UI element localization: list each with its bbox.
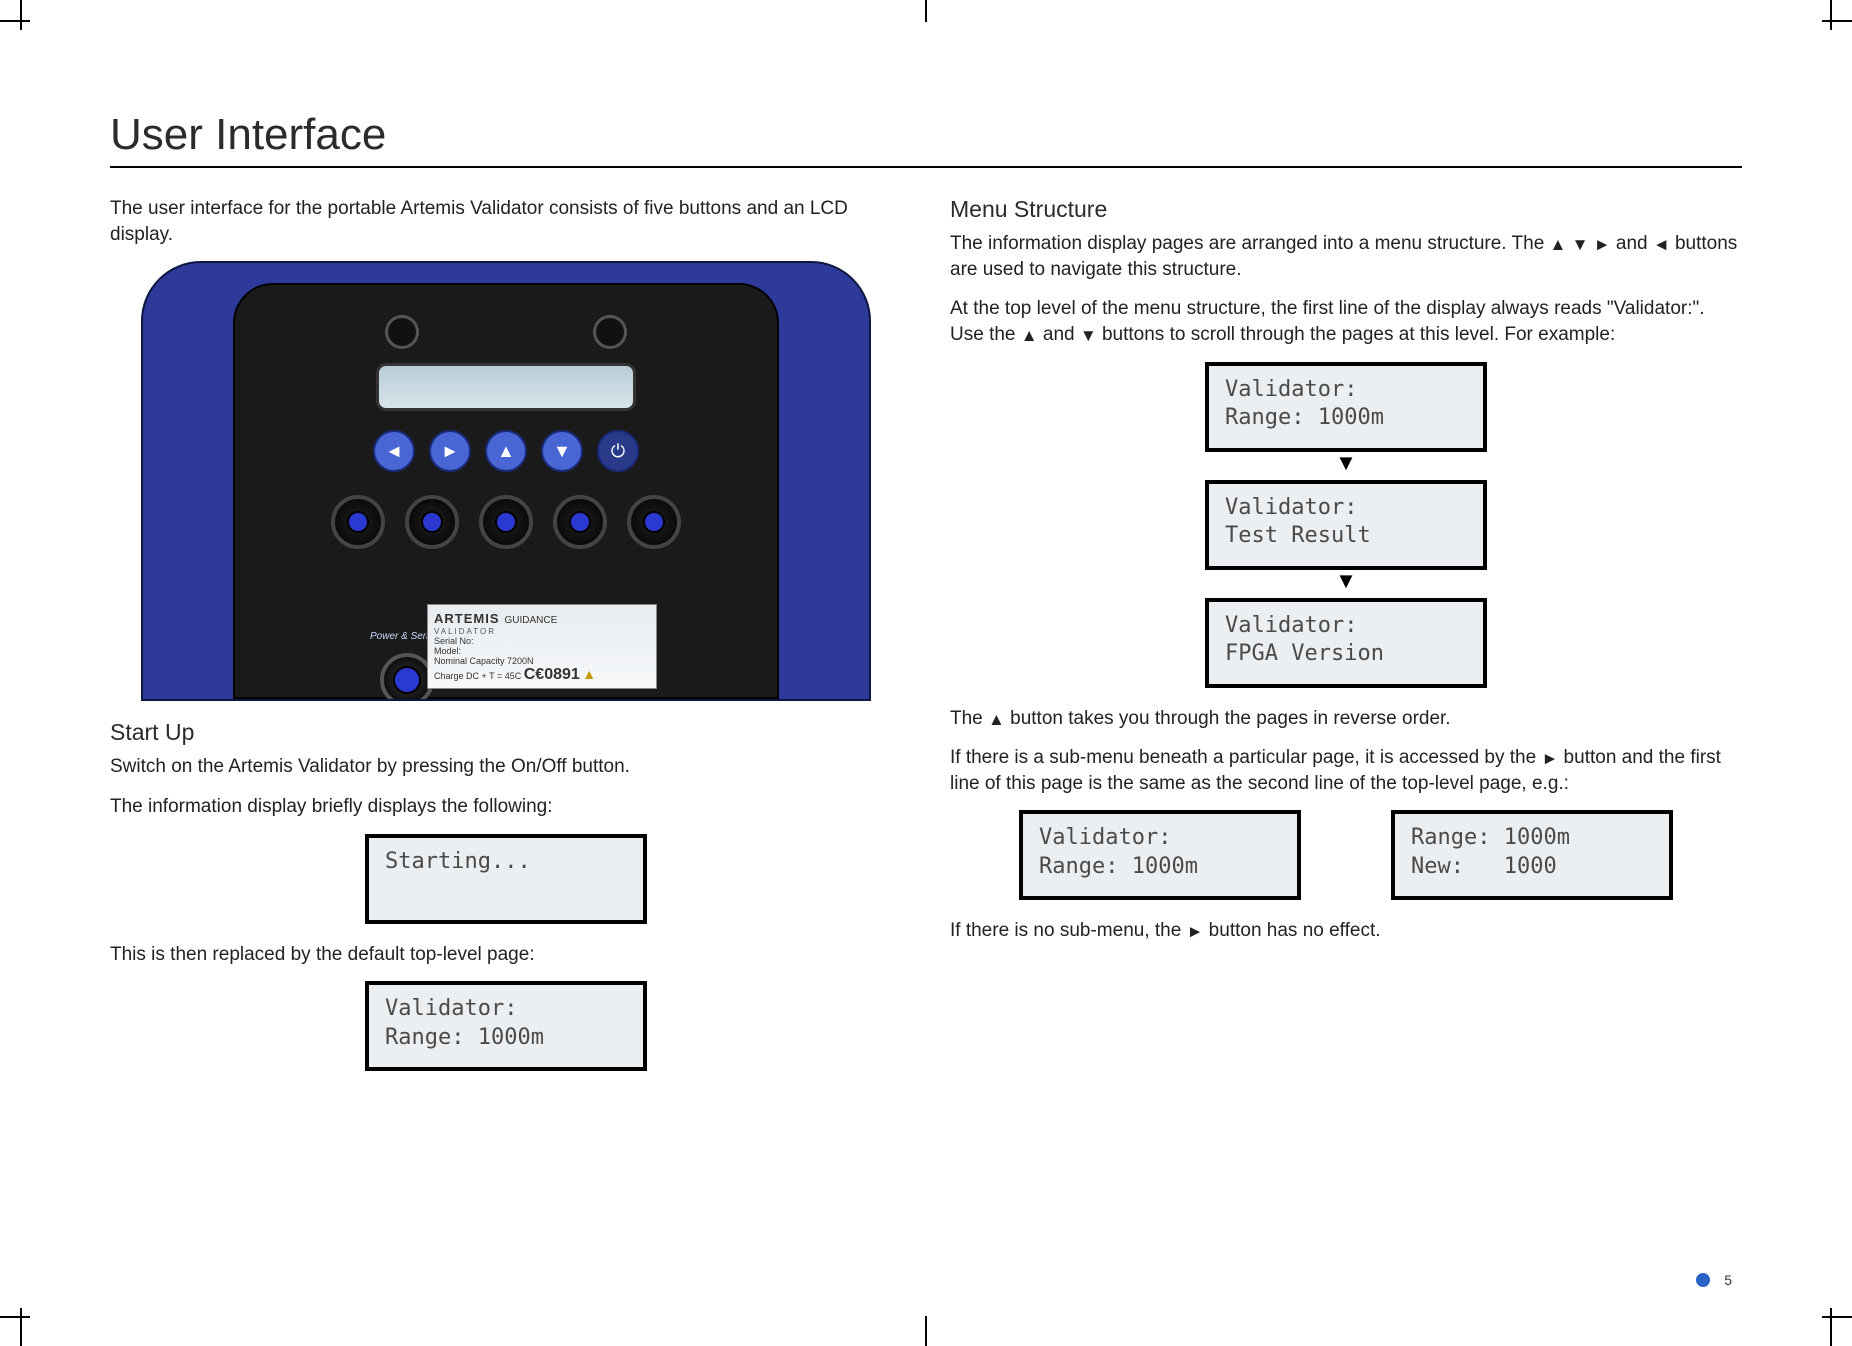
up-arrow-button-icon: ▲ bbox=[485, 430, 527, 472]
crop-mark bbox=[0, 20, 30, 22]
crop-mark bbox=[1830, 0, 1832, 30]
right-glyph-icon: ► bbox=[1187, 923, 1204, 940]
lcd-flow-3: Validator: FPGA Version bbox=[1205, 598, 1487, 688]
lcd-starting-block: Starting... bbox=[110, 834, 902, 924]
connector-port-icon bbox=[553, 495, 607, 549]
left-arrow-button-icon: ◄ bbox=[373, 430, 415, 472]
connector-port-icon bbox=[405, 495, 459, 549]
left-column: The user interface for the portable Arte… bbox=[110, 196, 902, 1089]
crop-mark bbox=[1822, 1316, 1852, 1318]
connector-port-icon bbox=[479, 495, 533, 549]
down-glyph-icon: ▼ bbox=[1572, 236, 1589, 253]
lcd-default-block: Validator: Range: 1000m bbox=[110, 981, 902, 1071]
startup-p3: This is then replaced by the default top… bbox=[110, 942, 902, 968]
lcd-flow-1: Validator: Range: 1000m bbox=[1205, 362, 1487, 452]
menu-p5: If there is no sub-menu, the ► button ha… bbox=[950, 918, 1742, 944]
device-button-row: ◄ ► ▲ ▼ ⏻ bbox=[235, 430, 777, 472]
up-glyph-icon: ▲ bbox=[988, 711, 1005, 728]
capacity-label: Nominal Capacity 7200N bbox=[434, 656, 534, 666]
content-columns: The user interface for the portable Arte… bbox=[110, 196, 1742, 1089]
device-label-plate: ARTEMIS GUIDANCE VALIDATOR Serial No: Mo… bbox=[427, 604, 657, 689]
device-port-row bbox=[235, 495, 777, 549]
crop-mark bbox=[20, 1308, 22, 1346]
startup-heading: Start Up bbox=[110, 719, 902, 746]
crop-mark bbox=[0, 1316, 30, 1318]
startup-p2: The information display briefly displays… bbox=[110, 794, 902, 820]
device-face: ◄ ► ▲ ▼ ⏻ Power & Serial bbox=[233, 283, 779, 699]
menu-p2: At the top level of the menu structure, … bbox=[950, 296, 1742, 347]
crop-mark bbox=[20, 0, 22, 30]
temp-label: Charge DC + T = 45C bbox=[434, 671, 521, 681]
screw-icon bbox=[593, 315, 627, 349]
page-title: User Interface bbox=[110, 110, 1742, 168]
right-arrow-button-icon: ► bbox=[429, 430, 471, 472]
startup-p1: Switch on the Artemis Validator by press… bbox=[110, 754, 902, 780]
menu-structure-heading: Menu Structure bbox=[950, 196, 1742, 223]
menu-p1: The information display pages are arrang… bbox=[950, 231, 1742, 282]
down-arrow-icon: ▼ bbox=[1335, 450, 1357, 476]
lcd-display-starting: Starting... bbox=[365, 834, 647, 924]
right-column: Menu Structure The information display p… bbox=[950, 196, 1742, 1089]
menu-p4: If there is a sub-menu beneath a particu… bbox=[950, 745, 1742, 796]
manual-page: User Interface The user interface for th… bbox=[0, 0, 1852, 1338]
page-number: 5 bbox=[1724, 1272, 1732, 1288]
lcd-flow-2: Validator: Test Result bbox=[1205, 480, 1487, 570]
lcd-display-default: Validator: Range: 1000m bbox=[365, 981, 647, 1071]
up-glyph-icon: ▲ bbox=[1550, 236, 1567, 253]
cobrand-label: GUIDANCE bbox=[505, 615, 558, 626]
brand-label: ARTEMIS bbox=[434, 611, 500, 626]
model-label: Model: bbox=[434, 646, 461, 656]
left-glyph-icon: ◄ bbox=[1653, 236, 1670, 253]
brand-sub-label: VALIDATOR bbox=[434, 627, 496, 636]
crop-mark bbox=[925, 1316, 927, 1346]
menu-flow: Validator: Range: 1000m ▼ Validator: Tes… bbox=[950, 362, 1742, 688]
intro-paragraph: The user interface for the portable Arte… bbox=[110, 196, 902, 247]
down-arrow-button-icon: ▼ bbox=[541, 430, 583, 472]
page-footer: 5 bbox=[1696, 1272, 1732, 1288]
device-illustration: ◄ ► ▲ ▼ ⏻ Power & Serial bbox=[141, 261, 871, 701]
down-arrow-icon: ▼ bbox=[1335, 568, 1357, 594]
serial-no-label: Serial No: bbox=[434, 636, 474, 646]
device-lcd bbox=[376, 363, 636, 411]
power-button-icon: ⏻ bbox=[597, 430, 639, 472]
menu-p3: The ▲ button takes you through the pages… bbox=[950, 706, 1742, 732]
right-glyph-icon: ► bbox=[1541, 750, 1558, 767]
crop-mark bbox=[1822, 20, 1852, 22]
ce-mark: C€0891 bbox=[524, 666, 580, 683]
connector-port-icon bbox=[331, 495, 385, 549]
down-glyph-icon: ▼ bbox=[1080, 327, 1097, 344]
page-dot-icon bbox=[1696, 1273, 1710, 1287]
screw-icon bbox=[385, 315, 419, 349]
warning-icon: ▲ bbox=[582, 666, 596, 682]
right-glyph-icon: ► bbox=[1594, 236, 1611, 253]
crop-mark bbox=[1830, 1308, 1832, 1346]
up-glyph-icon: ▲ bbox=[1021, 327, 1038, 344]
crop-mark bbox=[925, 0, 927, 22]
submenu-example: Validator: Range: 1000m Range: 1000m New… bbox=[950, 810, 1742, 900]
lcd-submenu-left: Validator: Range: 1000m bbox=[1019, 810, 1301, 900]
power-serial-port-icon bbox=[380, 653, 434, 701]
lcd-submenu-right: Range: 1000m New: 1000 bbox=[1391, 810, 1673, 900]
connector-port-icon bbox=[627, 495, 681, 549]
